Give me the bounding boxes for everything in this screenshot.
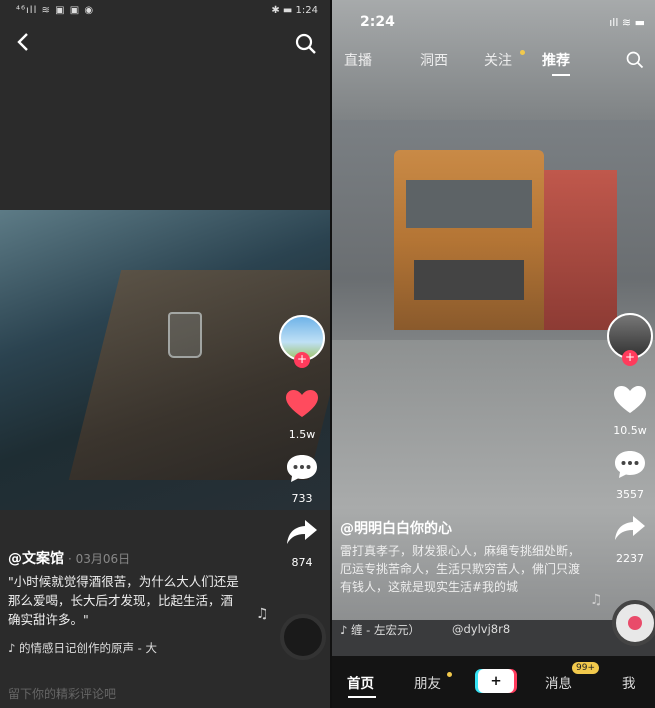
left-screen: ⁴⁶ıll ≋ ▣ ▣ ◉ ✱ ▬ 1:24 + 1.5w 733 874 @文: [0, 0, 330, 708]
follow-plus-icon[interactable]: +: [622, 350, 638, 366]
share-arrow-icon[interactable]: [613, 513, 647, 543]
like-count: 10.5w: [613, 424, 647, 437]
like-heart-icon[interactable]: [613, 385, 647, 415]
comment-count: 3557: [616, 488, 644, 501]
post-date: · 03月06日: [68, 552, 131, 566]
comment-icon[interactable]: [285, 453, 319, 483]
action-sidebar: + 1.5w 733 874: [277, 315, 327, 569]
disc-center: [628, 616, 642, 630]
music-id[interactable]: @dylvj8r8: [452, 622, 510, 636]
tab-local[interactable]: 洞西: [420, 50, 448, 70]
author-handle[interactable]: @明明白白你的心: [340, 518, 452, 538]
friends-dot: [447, 672, 452, 677]
messages-badge: 99+: [572, 662, 599, 674]
tab-recommended[interactable]: 推荐: [542, 50, 570, 70]
share-count: 874: [291, 556, 313, 569]
nav-home-underline: [348, 696, 376, 698]
tab-live[interactable]: 直播: [344, 50, 372, 70]
share-count: 2237: [616, 552, 644, 565]
comment-input-hint[interactable]: 留下你的精彩评论吧: [8, 685, 116, 702]
creator-avatar[interactable]: +: [279, 315, 325, 368]
author-name[interactable]: @文案馆 · 03月06日: [8, 548, 130, 568]
nav-friends[interactable]: 朋友: [414, 672, 441, 692]
video-description: "小时候就觉得酒很苦，为什么大人们还是那么爱喝，长大后才发现，比起生活，酒确实甜…: [8, 574, 239, 627]
share-arrow-icon[interactable]: [285, 517, 319, 547]
glass-image: [168, 312, 202, 358]
red-truck-image: [537, 170, 617, 330]
music-disc[interactable]: [612, 600, 655, 646]
truck-grill: [414, 260, 524, 300]
status-icons-right: ✱ ▬ 1:24: [271, 5, 318, 16]
tab-following[interactable]: 关注: [484, 50, 512, 70]
status-icons: ıll ≋ ▬: [609, 16, 645, 29]
action-sidebar: + 10.5w 3557 2237: [605, 313, 655, 565]
music-title[interactable]: ♪ 的情感日记创作的原声 - 大: [8, 640, 157, 656]
music-note-icon: ♫: [590, 592, 603, 608]
nav-me[interactable]: 我: [622, 672, 636, 692]
like-count: 1.5w: [288, 428, 316, 441]
truck-windshield: [406, 180, 532, 228]
orange-truck-image: [394, 150, 544, 330]
status-bar: ⁴⁶ıll ≋ ▣ ▣ ◉ ✱ ▬ 1:24: [0, 0, 330, 22]
clock: 2:24: [360, 14, 395, 30]
nav-messages[interactable]: 消息: [545, 672, 572, 692]
bottom-nav: 首页 朋友 + 消息 99+ 我: [332, 656, 655, 708]
right-screen: 2:24 ıll ≋ ▬ 直播 洞西 关注 推荐 + 10.5w 3557 22…: [332, 0, 655, 708]
tab-underline: [552, 74, 570, 76]
status-icons-left: ⁴⁶ıll ≋ ▣ ▣ ◉: [16, 5, 95, 16]
comment-icon[interactable]: [613, 449, 647, 479]
create-button[interactable]: +: [478, 669, 514, 693]
music-title[interactable]: ♪ 缠 - 左宏元）: [340, 622, 420, 638]
music-disc[interactable]: [280, 614, 326, 660]
search-icon[interactable]: [294, 32, 318, 56]
music-note-icon: ♫: [256, 606, 269, 622]
search-icon[interactable]: [625, 50, 645, 70]
comment-count: 733: [291, 492, 313, 505]
creator-avatar[interactable]: +: [607, 313, 653, 366]
following-dot: [520, 50, 525, 55]
follow-plus-icon[interactable]: +: [294, 352, 310, 368]
like-heart-icon[interactable]: [285, 389, 319, 419]
nav-home[interactable]: 首页: [347, 672, 374, 692]
author-handle[interactable]: @文案馆: [8, 551, 64, 567]
video-description: 雷打真孝子，财发狠心人，麻绳专挑细处断，厄运专挑苦命人，生活只欺穷苦人，佛门只渡…: [340, 544, 581, 594]
back-arrow-icon[interactable]: [12, 30, 36, 54]
